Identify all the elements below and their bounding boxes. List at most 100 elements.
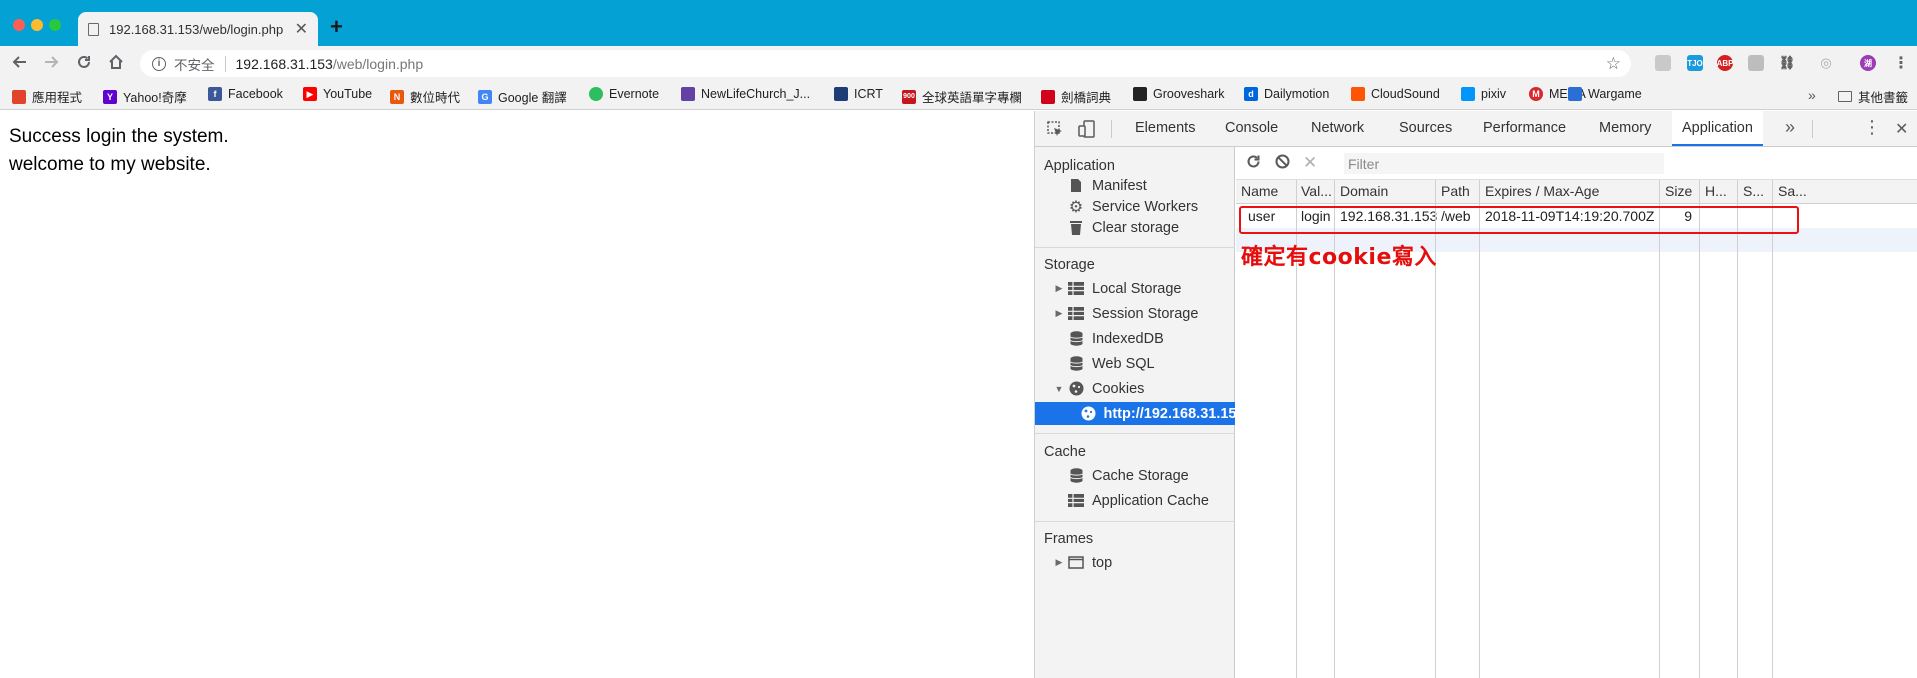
tab-performance[interactable]: Performance: [1483, 111, 1566, 146]
maximize-window-button[interactable]: [49, 19, 61, 31]
section-divider: [1035, 247, 1235, 248]
minimize-window-button[interactable]: [31, 19, 43, 31]
security-label[interactable]: 不安全: [174, 54, 215, 74]
expand-arrow-icon[interactable]: ▶: [1051, 557, 1067, 568]
inspect-element-icon[interactable]: [1046, 120, 1064, 138]
sidebar-item-label: IndexedDB: [1092, 330, 1164, 347]
expand-arrow-icon[interactable]: ▶: [1051, 283, 1067, 294]
cookie-filter-input[interactable]: [1344, 153, 1664, 174]
cookies-pane: ✕ Name Val... Domain Path Expires / Max-…: [1236, 147, 1917, 678]
bookmark-wargame[interactable]: Wargame: [1568, 87, 1642, 101]
column-header-value[interactable]: Val...: [1296, 180, 1334, 203]
browser-tab[interactable]: 192.168.31.153/web/login.php ✕: [78, 12, 318, 46]
tab-network[interactable]: Network: [1311, 111, 1364, 146]
document-icon: [88, 22, 99, 36]
sidebar-item-web-sql[interactable]: Web SQL: [1035, 352, 1235, 375]
sidebar-item-service-workers[interactable]: ⚙ Service Workers: [1035, 195, 1235, 218]
more-tabs-button[interactable]: »: [1785, 117, 1795, 138]
sidebar-item-local-storage[interactable]: ▶ Local Storage: [1035, 277, 1235, 300]
bookmark-newlifechurch[interactable]: NewLifeChurch_J...: [681, 87, 810, 101]
clear-all-icon[interactable]: [1274, 153, 1291, 175]
column-header-path[interactable]: Path: [1436, 180, 1480, 203]
column-divider: [1699, 180, 1700, 678]
pixiv-icon: [1461, 87, 1475, 101]
tab-sources[interactable]: Sources: [1399, 111, 1452, 146]
bookmark-label: pixiv: [1481, 87, 1507, 101]
expand-arrow-icon[interactable]: ▶: [1051, 308, 1067, 319]
refresh-icon[interactable]: [1245, 153, 1262, 175]
collapse-arrow-icon[interactable]: ▼: [1051, 384, 1067, 394]
twitch-icon: [681, 87, 695, 101]
link-icon[interactable]: ⛓: [1779, 55, 1796, 71]
tab-elements[interactable]: Elements: [1135, 111, 1195, 146]
delete-selected-icon[interactable]: ✕: [1303, 153, 1317, 173]
extension-icon[interactable]: [1655, 55, 1671, 71]
browser-menu-icon[interactable]: ⋮: [1893, 55, 1909, 72]
bookmark-google-translate[interactable]: G Google 翻譯: [478, 87, 567, 106]
bookmark-facebook[interactable]: f Facebook: [208, 87, 283, 101]
column-divider: [1737, 180, 1738, 678]
toolbar-divider: [1812, 120, 1813, 138]
sidebar-item-session-storage[interactable]: ▶ Session Storage: [1035, 302, 1235, 325]
back-arrow-icon[interactable]: [11, 53, 29, 75]
grooveshark-icon: [1133, 87, 1147, 101]
sidebar-item-indexeddb[interactable]: IndexedDB: [1035, 327, 1235, 350]
sidebar-item-cache-storage[interactable]: Cache Storage: [1035, 464, 1235, 487]
bookmark-star-icon[interactable]: ☆: [1606, 54, 1621, 74]
devtools-close-icon[interactable]: ✕: [1895, 119, 1908, 139]
bookmark-apps[interactable]: 應用程式: [12, 87, 82, 106]
address-bar[interactable]: i 不安全 192.168.31.153 /web/login.php ☆: [140, 50, 1631, 77]
bookmark-label: ICRT: [854, 87, 883, 101]
column-header-domain[interactable]: Domain: [1335, 180, 1435, 203]
new-tab-button[interactable]: +: [330, 14, 343, 40]
profile-avatar[interactable]: 湖: [1860, 55, 1876, 71]
column-header-size[interactable]: Size: [1660, 180, 1700, 203]
eye-extension-icon[interactable]: ◎: [1818, 55, 1834, 71]
bookmark-grooveshark[interactable]: Grooveshark: [1133, 87, 1225, 101]
download-extension-icon[interactable]: [1748, 55, 1764, 71]
reload-icon[interactable]: [75, 53, 93, 75]
adblock-icon[interactable]: ABP: [1717, 55, 1733, 71]
tjo-extension-icon[interactable]: TJO: [1687, 55, 1703, 71]
tab-console[interactable]: Console: [1225, 111, 1278, 146]
bookmark-dailymotion[interactable]: d Dailymotion: [1244, 87, 1329, 101]
tab-memory[interactable]: Memory: [1599, 111, 1651, 146]
storage-section-header: Storage: [1044, 257, 1095, 273]
column-header-samesite[interactable]: Sa...: [1773, 180, 1813, 203]
bookmark-cloudsound[interactable]: CloudSound: [1351, 87, 1440, 101]
column-header-secure[interactable]: S...: [1738, 180, 1773, 203]
bookmark-bnext[interactable]: N 數位時代: [390, 87, 460, 106]
bookmark-youtube[interactable]: ▶ YouTube: [303, 87, 372, 101]
other-bookmarks-folder[interactable]: 其他書籤: [1838, 87, 1908, 106]
bookmarks-overflow-button[interactable]: »: [1808, 87, 1816, 103]
bookmark-pixiv[interactable]: pixiv: [1461, 87, 1506, 101]
home-icon[interactable]: [107, 53, 125, 75]
mega-icon: M: [1529, 87, 1543, 101]
column-header-httponly[interactable]: H...: [1700, 180, 1738, 203]
close-window-button[interactable]: [13, 19, 25, 31]
info-icon[interactable]: i: [152, 56, 166, 71]
google-translate-icon: G: [478, 89, 492, 104]
sidebar-item-cookie-origin[interactable]: http://192.168.31.153: [1035, 402, 1235, 425]
bookmark-icrt[interactable]: ICRT: [834, 87, 883, 101]
tab-title: 192.168.31.153/web/login.php: [109, 21, 284, 37]
sidebar-item-clear-storage[interactable]: Clear storage: [1035, 216, 1235, 239]
bookmark-evernote[interactable]: Evernote: [589, 87, 659, 101]
tab-close-icon[interactable]: ✕: [295, 19, 308, 39]
forward-arrow-icon[interactable]: [42, 53, 60, 75]
bookmark-cambridge[interactable]: 劍橋詞典: [1041, 87, 1111, 106]
bookmark-yahoo[interactable]: Y Yahoo!奇摩: [103, 87, 187, 106]
column-header-expires[interactable]: Expires / Max-Age: [1480, 180, 1660, 203]
tab-application[interactable]: Application: [1672, 111, 1763, 146]
device-toolbar-icon[interactable]: [1078, 120, 1096, 138]
sidebar-item-label: Local Storage: [1092, 280, 1182, 297]
sidebar-item-label: Manifest: [1092, 177, 1147, 194]
sidebar-item-frame-top[interactable]: ▶ top: [1035, 551, 1235, 574]
sidebar-item-manifest[interactable]: Manifest: [1035, 174, 1235, 197]
bookmark-vocab[interactable]: 900 全球英語單字專欄: [902, 87, 1022, 106]
devtools-menu-icon[interactable]: ⋮: [1863, 117, 1881, 138]
url-host: 192.168.31.153: [235, 55, 333, 72]
sidebar-item-cookies[interactable]: ▼ Cookies: [1035, 377, 1235, 400]
column-header-name[interactable]: Name: [1236, 180, 1296, 203]
sidebar-item-application-cache[interactable]: Application Cache: [1035, 489, 1235, 512]
